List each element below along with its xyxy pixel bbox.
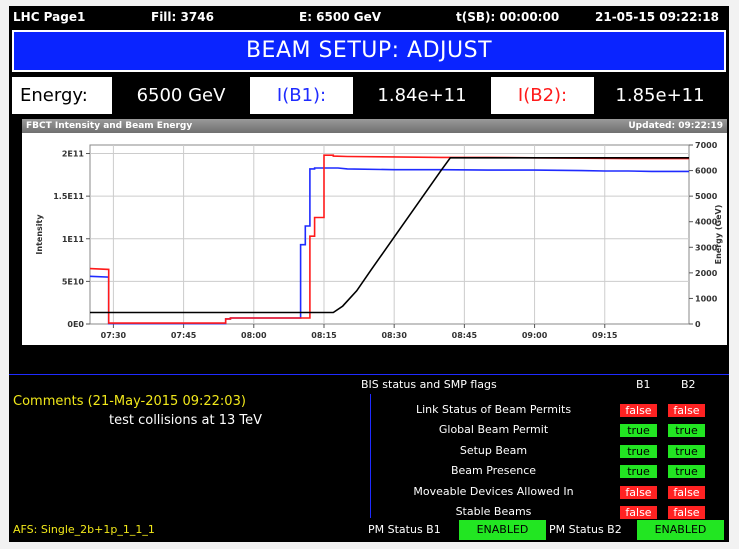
- y-tick-label: 1.5E11: [53, 192, 84, 201]
- y2-tick-label: 0: [695, 320, 701, 329]
- intensity-b1-value: 1.84e+11: [377, 85, 467, 106]
- x-tick-label: 08:45: [452, 331, 478, 340]
- bis-flag-b2: true: [668, 424, 705, 438]
- y2-axis-label: Energy (GeV): [714, 205, 723, 265]
- x-tick-label: 09:00: [522, 331, 548, 340]
- pm-status-b1-value: ENABLED: [459, 520, 546, 540]
- bis-row-name: Global Beam Permit: [438, 423, 549, 437]
- bis-row: Global Beam Permit true true: [371, 420, 729, 440]
- bis-flag-b2: false: [668, 485, 705, 499]
- bis-flag-b1: false: [620, 485, 657, 499]
- bis-row-name: Link Status of Beam Permits: [415, 403, 572, 416]
- pm-status-b1-label: PM Status B1: [368, 523, 441, 536]
- x-tick-label: 08:15: [311, 331, 337, 340]
- intensity-b1-label: I(B1):: [250, 77, 353, 114]
- x-tick-label: 08:30: [381, 331, 407, 340]
- bis-flag-b2: true: [668, 444, 705, 458]
- bis-row-name: Moveable Devices Allowed In: [413, 484, 574, 498]
- y-tick-label: 5E10: [62, 277, 85, 286]
- plot-area: [89, 144, 690, 325]
- divider-line: [9, 374, 729, 375]
- bis-row: Link Status of Beam Permits false false: [371, 400, 729, 420]
- header-energy: E: 6500 GeV: [299, 10, 382, 24]
- y2-tick-label: 5000: [695, 192, 718, 201]
- chart-updated: Updated: 09:22:19: [628, 121, 723, 131]
- x-tick-label: 09:15: [592, 331, 618, 340]
- comments-text: test collisions at 13 TeV: [109, 413, 263, 428]
- comments-title: Comments (21-May-2015 09:22:03): [13, 394, 246, 409]
- pm-status-b2-value: ENABLED: [637, 520, 724, 540]
- chart-svg: 07:30 07:45 08:00 08:15 08:30 08:45 09:00 09:15…: [35, 141, 723, 340]
- bis-row: Beam Presence true true: [371, 461, 729, 481]
- status-header: LHC Page1 Fill: 3746 E: 6500 GeV t(SB): …: [9, 6, 729, 28]
- y-tick-label: 1E11: [62, 235, 85, 244]
- lhc-page1-screen: LHC Page1 Fill: 3746 E: 6500 GeV t(SB): …: [9, 6, 729, 542]
- x-tick-label: 08:00: [241, 331, 267, 340]
- energy-value: 6500 GeV: [136, 85, 226, 106]
- header-datetime: 21-05-15 09:22:18: [595, 10, 719, 24]
- y2-tick-label: 2000: [695, 269, 718, 278]
- chart-header: FBCT Intensity and Beam Energy Updated: …: [22, 119, 727, 133]
- y-tick-label: 2E11: [62, 150, 85, 159]
- bis-col-b2: B2: [681, 378, 696, 391]
- stable-beams-time: t(SB): 00:00:00: [456, 10, 560, 24]
- y-axis-label: Intensity: [35, 214, 44, 255]
- energy-label: Energy:: [12, 77, 112, 114]
- bis-flag-b2: false: [668, 404, 705, 417]
- intensity-b2-label: I(B2):: [491, 77, 594, 114]
- y2-tick-label: 1000: [695, 294, 718, 303]
- beam-mode-title: BEAM SETUP: ADJUST: [12, 30, 726, 72]
- fill-number: Fill: 3746: [151, 10, 214, 24]
- pm-status-b2-label: PM Status B2: [549, 523, 622, 536]
- x-tick-label: 07:45: [171, 331, 197, 340]
- bis-flag-b2: true: [668, 465, 705, 479]
- bis-row: Setup Beam true true: [371, 441, 729, 461]
- bis-row-name: Beam Presence: [450, 464, 537, 478]
- page-name: LHC Page1: [13, 10, 86, 24]
- x-tick-label: 07:30: [101, 331, 127, 340]
- intensity-energy-chart: FBCT Intensity and Beam Energy Updated: …: [22, 119, 727, 345]
- y2-tick-label: 6000: [695, 167, 718, 176]
- footer-bar: AFS: Single_2b+1p_1_1_1 PM Status B1 ENA…: [9, 518, 729, 542]
- y-tick-label: 0E0: [67, 320, 84, 329]
- y2-tick-label: 7000: [695, 141, 718, 150]
- bis-flag-b1: true: [620, 424, 657, 438]
- bis-row-name: Setup Beam: [459, 443, 528, 457]
- afs-filling-scheme: AFS: Single_2b+1p_1_1_1: [13, 523, 155, 536]
- bis-flag-b1: false: [620, 404, 657, 417]
- bis-row: Moveable Devices Allowed In false false: [371, 482, 729, 502]
- bis-flag-b1: true: [620, 444, 657, 458]
- bis-col-b1: B1: [636, 378, 651, 391]
- intensity-b2-value: 1.85e+11: [615, 85, 705, 106]
- bis-heading: BIS status and SMP flags: [361, 378, 497, 391]
- bis-flag-b1: true: [620, 465, 657, 479]
- chart-title: FBCT Intensity and Beam Energy: [26, 121, 193, 131]
